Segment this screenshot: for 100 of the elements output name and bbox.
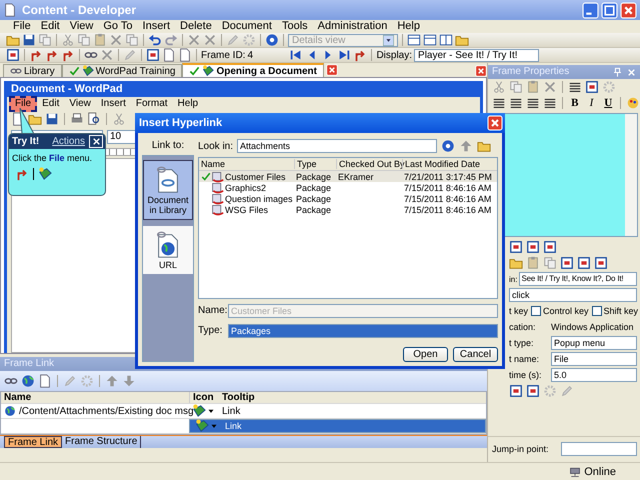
column-header[interactable]: Tooltip: [219, 392, 255, 403]
text-align-icon[interactable]: [543, 96, 557, 110]
document-tab[interactable]: WordPad Training: [62, 64, 182, 77]
actions-link[interactable]: Actions: [43, 136, 85, 147]
branch-arrow-icon[interactable]: [15, 167, 29, 181]
cancel-button[interactable]: Cancel: [453, 347, 498, 362]
column-header[interactable]: Last Modified Date: [402, 159, 497, 169]
format-button[interactable]: B: [568, 97, 582, 109]
scissors-icon[interactable]: [61, 33, 75, 47]
frame-icon[interactable]: [560, 256, 574, 270]
delete-icon[interactable]: [203, 33, 217, 47]
menu-item[interactable]: Edit: [36, 20, 65, 33]
place-item[interactable]: Document in Library: [143, 160, 193, 220]
split-view-icon[interactable]: [439, 33, 453, 47]
close-icon[interactable]: [620, 2, 637, 18]
menu-item[interactable]: Delete: [175, 20, 217, 33]
wordpad-menu-item[interactable]: Help: [172, 96, 204, 110]
menu-item[interactable]: Document: [216, 20, 277, 33]
frame-icon[interactable]: [509, 384, 523, 398]
column-header[interactable]: Icon: [189, 392, 219, 403]
layout-icon[interactable]: [407, 33, 421, 47]
clipboard-icon[interactable]: [526, 80, 540, 94]
column-header[interactable]: Name: [1, 392, 189, 403]
palette-icon[interactable]: [626, 96, 640, 110]
frame-icon[interactable]: [585, 80, 599, 94]
first-frame-icon[interactable]: [289, 48, 304, 62]
display-dropdown[interactable]: Player - See It! / Try It!: [414, 48, 540, 62]
dropdown-field[interactable]: 5.0: [551, 368, 637, 382]
frame-icon[interactable]: [6, 48, 20, 62]
folder-icon[interactable]: [509, 256, 523, 270]
checkbox[interactable]: [531, 306, 542, 316]
file-row[interactable]: Customer Files Package EKramer 7/21/2011 3:17:45 PM: [199, 171, 497, 182]
close-button[interactable]: [89, 135, 103, 148]
branch-arrow-icon[interactable]: [61, 48, 75, 62]
table-row-selection[interactable]: Link: [189, 419, 486, 433]
maximize-icon[interactable]: [601, 2, 618, 18]
layout-icon[interactable]: [423, 33, 437, 47]
frame-icon[interactable]: [594, 256, 608, 270]
delete-icon[interactable]: [109, 33, 123, 47]
look-in-dropdown[interactable]: Attachments: [237, 139, 438, 153]
frame-icon[interactable]: [526, 384, 540, 398]
close-icon[interactable]: [475, 65, 487, 77]
frame-icon[interactable]: [509, 240, 523, 254]
menu-item[interactable]: Go To: [98, 20, 138, 33]
clipboard-icon[interactable]: [93, 33, 107, 47]
clipboard-icon[interactable]: [526, 256, 540, 270]
menu-item[interactable]: View: [64, 20, 98, 33]
minimize-icon[interactable]: [582, 2, 599, 18]
format-button[interactable]: U: [601, 97, 616, 109]
format-button[interactable]: I: [584, 97, 598, 109]
delete-icon[interactable]: [187, 33, 201, 47]
dropdown-field[interactable]: Popup menu: [551, 336, 637, 350]
document-tab[interactable]: Library: [3, 64, 62, 77]
menu-item[interactable]: Tools: [276, 20, 313, 33]
save-icon[interactable]: [45, 112, 59, 126]
menu-item[interactable]: Insert: [138, 20, 176, 33]
mode-dropdown[interactable]: See It! / Try It!, Know It?, Do It!: [519, 272, 637, 286]
wordpad-menu-item[interactable]: Format: [130, 96, 173, 110]
checkbox[interactable]: [592, 306, 602, 316]
wordpad-menu-item[interactable]: Edit: [37, 96, 64, 110]
text-align-icon[interactable]: [568, 80, 582, 94]
menu-item[interactable]: Administration: [312, 20, 392, 33]
close-icon[interactable]: [487, 115, 503, 131]
close-icon[interactable]: [326, 64, 338, 76]
folder-icon[interactable]: [28, 112, 42, 126]
print-preview-icon[interactable]: [87, 112, 101, 126]
menu-item[interactable]: File: [8, 20, 36, 33]
open-button[interactable]: Open: [403, 347, 448, 362]
panel-tab[interactable]: Frame Structure: [62, 436, 142, 448]
column-header[interactable]: Name: [199, 159, 294, 169]
pin-icon[interactable]: [612, 66, 623, 78]
book-icon[interactable]: [38, 167, 52, 181]
save-icon[interactable]: [22, 33, 36, 47]
place-item[interactable]: URL: [143, 226, 193, 274]
text-align-icon[interactable]: [492, 96, 506, 110]
frame-icon[interactable]: [577, 256, 591, 270]
frame-icon[interactable]: [543, 240, 557, 254]
branch-arrow-icon[interactable]: [29, 48, 43, 62]
globe-icon[interactable]: [21, 374, 35, 388]
branch-arrow-icon[interactable]: [45, 48, 59, 62]
column-header[interactable]: Type: [294, 159, 336, 169]
file-row[interactable]: Question images Package 7/15/2011 8:46:16 AM: [199, 193, 497, 204]
menu-item[interactable]: Help: [392, 20, 425, 33]
scrollbar[interactable]: [625, 114, 637, 236]
branch-arrow-icon[interactable]: [353, 48, 368, 62]
action-dropdown[interactable]: click: [509, 288, 637, 302]
font-size-field[interactable]: 10: [107, 130, 137, 144]
document-icon[interactable]: [38, 374, 52, 388]
file-row[interactable]: Graphics2 Package 7/15/2011 8:46:16 AM: [199, 182, 497, 193]
copy-icon[interactable]: [125, 33, 139, 47]
input-field[interactable]: File: [551, 352, 637, 366]
last-frame-icon[interactable]: [337, 48, 352, 62]
file-row[interactable]: WSG Files Package 7/15/2011 8:46:16 AM: [199, 204, 497, 215]
text-align-icon[interactable]: [509, 96, 523, 110]
text-align-icon[interactable]: [526, 96, 540, 110]
wordpad-menu-item[interactable]: Insert: [96, 96, 131, 110]
undo-icon[interactable]: [148, 33, 162, 47]
wordpad-menu-item[interactable]: View: [64, 96, 96, 110]
panel-tab[interactable]: Frame Link: [4, 436, 62, 448]
frame-icon[interactable]: [526, 240, 540, 254]
